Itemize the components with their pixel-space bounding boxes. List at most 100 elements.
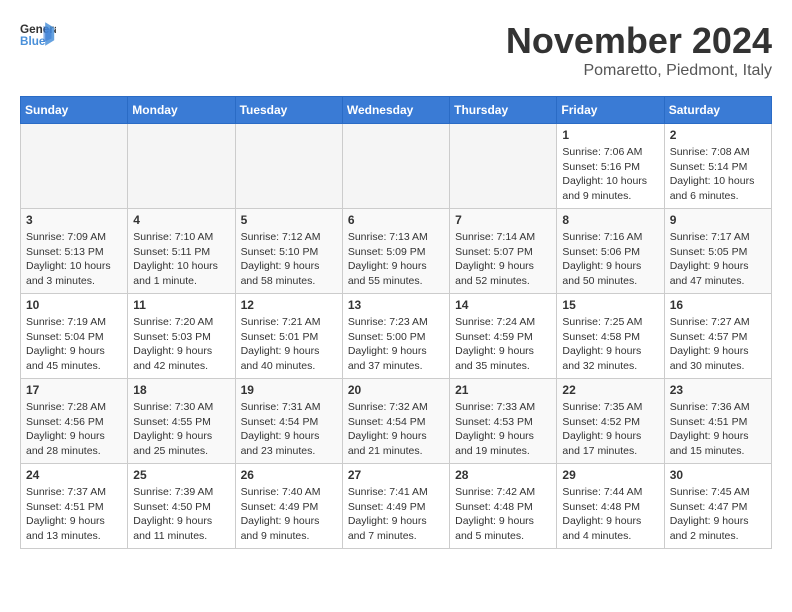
day-number: 18 — [133, 383, 229, 397]
location: Pomaretto, Piedmont, Italy — [506, 62, 772, 80]
calendar-cell: 1 Sunrise: 7:06 AM Sunset: 5:16 PM Daylig… — [557, 124, 664, 209]
calendar-cell: 20 Sunrise: 7:32 AM Sunset: 4:54 PM Dayli… — [342, 379, 449, 464]
day-info: Sunrise: 7:40 AM Sunset: 4:49 PM Dayligh… — [241, 485, 337, 544]
calendar-cell: 23 Sunrise: 7:36 AM Sunset: 4:51 PM Dayli… — [664, 379, 771, 464]
calendar-cell: 14 Sunrise: 7:24 AM Sunset: 4:59 PM Dayli… — [450, 294, 557, 379]
day-info: Sunrise: 7:14 AM Sunset: 5:07 PM Dayligh… — [455, 230, 551, 289]
day-info: Sunrise: 7:24 AM Sunset: 4:59 PM Dayligh… — [455, 315, 551, 374]
logo-icon: General Blue — [20, 20, 56, 48]
day-number: 14 — [455, 298, 551, 312]
calendar-cell: 30 Sunrise: 7:45 AM Sunset: 4:47 PM Dayli… — [664, 464, 771, 549]
day-info: Sunrise: 7:17 AM Sunset: 5:05 PM Dayligh… — [670, 230, 766, 289]
day-number: 30 — [670, 468, 766, 482]
calendar-cell — [128, 124, 235, 209]
day-number: 1 — [562, 128, 658, 142]
weekday-header-sunday: Sunday — [21, 97, 128, 124]
day-info: Sunrise: 7:23 AM Sunset: 5:00 PM Dayligh… — [348, 315, 444, 374]
day-info: Sunrise: 7:36 AM Sunset: 4:51 PM Dayligh… — [670, 400, 766, 459]
calendar-cell: 4 Sunrise: 7:10 AM Sunset: 5:11 PM Daylig… — [128, 209, 235, 294]
svg-text:Blue: Blue — [20, 35, 46, 48]
calendar-cell: 11 Sunrise: 7:20 AM Sunset: 5:03 PM Dayli… — [128, 294, 235, 379]
day-info: Sunrise: 7:41 AM Sunset: 4:49 PM Dayligh… — [348, 485, 444, 544]
day-info: Sunrise: 7:39 AM Sunset: 4:50 PM Dayligh… — [133, 485, 229, 544]
calendar-cell: 17 Sunrise: 7:28 AM Sunset: 4:56 PM Dayli… — [21, 379, 128, 464]
calendar-cell: 7 Sunrise: 7:14 AM Sunset: 5:07 PM Daylig… — [450, 209, 557, 294]
day-number: 20 — [348, 383, 444, 397]
calendar-cell: 5 Sunrise: 7:12 AM Sunset: 5:10 PM Daylig… — [235, 209, 342, 294]
calendar-cell: 18 Sunrise: 7:30 AM Sunset: 4:55 PM Dayli… — [128, 379, 235, 464]
calendar-cell: 3 Sunrise: 7:09 AM Sunset: 5:13 PM Daylig… — [21, 209, 128, 294]
day-number: 28 — [455, 468, 551, 482]
day-number: 24 — [26, 468, 122, 482]
calendar-cell: 21 Sunrise: 7:33 AM Sunset: 4:53 PM Dayli… — [450, 379, 557, 464]
day-number: 17 — [26, 383, 122, 397]
day-number: 10 — [26, 298, 122, 312]
day-number: 4 — [133, 213, 229, 227]
day-info: Sunrise: 7:37 AM Sunset: 4:51 PM Dayligh… — [26, 485, 122, 544]
weekday-header-thursday: Thursday — [450, 97, 557, 124]
logo: General Blue — [20, 20, 56, 48]
day-info: Sunrise: 7:10 AM Sunset: 5:11 PM Dayligh… — [133, 230, 229, 289]
day-number: 16 — [670, 298, 766, 312]
day-info: Sunrise: 7:20 AM Sunset: 5:03 PM Dayligh… — [133, 315, 229, 374]
day-number: 9 — [670, 213, 766, 227]
day-number: 2 — [670, 128, 766, 142]
calendar-cell: 6Sunrise: 7:13 AM Sunset: 5:09 PM Daylig… — [342, 209, 449, 294]
day-number: 5 — [241, 213, 337, 227]
day-number: 7 — [455, 213, 551, 227]
day-number: 12 — [241, 298, 337, 312]
day-number: 13 — [348, 298, 444, 312]
calendar-cell — [450, 124, 557, 209]
calendar-cell: 13 Sunrise: 7:23 AM Sunset: 5:00 PM Dayli… — [342, 294, 449, 379]
page-header: General Blue November 2024 Pomaretto, Pi… — [20, 20, 772, 80]
weekday-header-saturday: Saturday — [664, 97, 771, 124]
day-info: Sunrise: 7:19 AM Sunset: 5:04 PM Dayligh… — [26, 315, 122, 374]
day-info: Sunrise: 7:12 AM Sunset: 5:10 PM Dayligh… — [241, 230, 337, 289]
day-number: 11 — [133, 298, 229, 312]
calendar-cell: 26 Sunrise: 7:40 AM Sunset: 4:49 PM Dayli… — [235, 464, 342, 549]
calendar-cell: 9 Sunrise: 7:17 AM Sunset: 5:05 PM Daylig… — [664, 209, 771, 294]
day-number: 15 — [562, 298, 658, 312]
day-number: 8 — [562, 213, 658, 227]
weekday-header-wednesday: Wednesday — [342, 97, 449, 124]
calendar-cell: 8 Sunrise: 7:16 AM Sunset: 5:06 PM Daylig… — [557, 209, 664, 294]
weekday-header-monday: Monday — [128, 97, 235, 124]
day-info: Sunrise: 7:30 AM Sunset: 4:55 PM Dayligh… — [133, 400, 229, 459]
calendar-cell: 15 Sunrise: 7:25 AM Sunset: 4:58 PM Dayli… — [557, 294, 664, 379]
weekday-header-tuesday: Tuesday — [235, 97, 342, 124]
day-info: Sunrise: 7:16 AM Sunset: 5:06 PM Dayligh… — [562, 230, 658, 289]
calendar-cell: 27Sunrise: 7:41 AM Sunset: 4:49 PM Dayli… — [342, 464, 449, 549]
calendar-cell — [21, 124, 128, 209]
day-info: Sunrise: 7:09 AM Sunset: 5:13 PM Dayligh… — [26, 230, 122, 289]
calendar-cell: 29Sunrise: 7:44 AM Sunset: 4:48 PM Dayli… — [557, 464, 664, 549]
calendar-cell: 28 Sunrise: 7:42 AM Sunset: 4:48 PM Dayli… — [450, 464, 557, 549]
calendar-cell: 24 Sunrise: 7:37 AM Sunset: 4:51 PM Dayli… — [21, 464, 128, 549]
day-info: Sunrise: 7:45 AM Sunset: 4:47 PM Dayligh… — [670, 485, 766, 544]
calendar-cell: 16 Sunrise: 7:27 AM Sunset: 4:57 PM Dayli… — [664, 294, 771, 379]
day-info: Sunrise: 7:28 AM Sunset: 4:56 PM Dayligh… — [26, 400, 122, 459]
day-info: Sunrise: 7:42 AM Sunset: 4:48 PM Dayligh… — [455, 485, 551, 544]
calendar-cell: 19Sunrise: 7:31 AM Sunset: 4:54 PM Dayli… — [235, 379, 342, 464]
day-number: 23 — [670, 383, 766, 397]
day-info: Sunrise: 7:35 AM Sunset: 4:52 PM Dayligh… — [562, 400, 658, 459]
day-info: Sunrise: 7:32 AM Sunset: 4:54 PM Dayligh… — [348, 400, 444, 459]
day-info: Sunrise: 7:06 AM Sunset: 5:16 PM Dayligh… — [562, 145, 658, 204]
day-number: 25 — [133, 468, 229, 482]
day-number: 19 — [241, 383, 337, 397]
day-number: 21 — [455, 383, 551, 397]
day-number: 3 — [26, 213, 122, 227]
day-number: 22 — [562, 383, 658, 397]
day-info: Sunrise: 7:27 AM Sunset: 4:57 PM Dayligh… — [670, 315, 766, 374]
day-info: Sunrise: 7:25 AM Sunset: 4:58 PM Dayligh… — [562, 315, 658, 374]
day-info: Sunrise: 7:21 AM Sunset: 5:01 PM Dayligh… — [241, 315, 337, 374]
calendar-cell: 10 Sunrise: 7:19 AM Sunset: 5:04 PM Dayli… — [21, 294, 128, 379]
weekday-header-friday: Friday — [557, 97, 664, 124]
calendar-table: SundayMondayTuesdayWednesdayThursdayFrid… — [20, 96, 772, 549]
day-info: Sunrise: 7:08 AM Sunset: 5:14 PM Dayligh… — [670, 145, 766, 204]
day-number: 26 — [241, 468, 337, 482]
day-number: 29 — [562, 468, 658, 482]
calendar-cell — [235, 124, 342, 209]
day-info: Sunrise: 7:33 AM Sunset: 4:53 PM Dayligh… — [455, 400, 551, 459]
calendar-cell: 25 Sunrise: 7:39 AM Sunset: 4:50 PM Dayli… — [128, 464, 235, 549]
calendar-cell: 2 Sunrise: 7:08 AM Sunset: 5:14 PM Daylig… — [664, 124, 771, 209]
